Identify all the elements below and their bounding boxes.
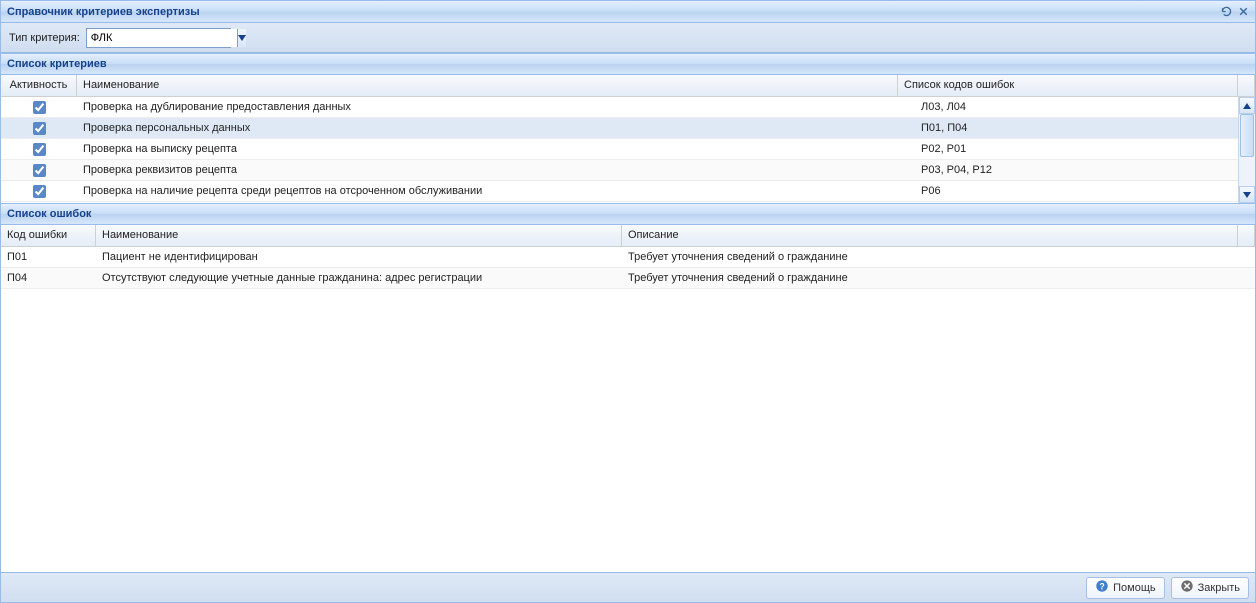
errors-grid-body: П01Пациент не идентифицированТребует уто… — [1, 247, 1255, 572]
name-cell: Проверка на дублирование предоставления … — [77, 101, 915, 113]
help-button-label: Помощь — [1113, 582, 1156, 594]
refresh-icon[interactable] — [1219, 4, 1234, 19]
codes-cell: Р02, Р01 — [915, 143, 1255, 155]
errors-section-title: Список ошибок — [7, 208, 91, 220]
close-button[interactable]: Закрыть — [1171, 577, 1249, 599]
activity-cell — [1, 98, 77, 117]
col-error-name[interactable]: Наименование — [96, 225, 622, 246]
criteria-grid-body: Проверка на дублирование предоставления … — [1, 97, 1255, 203]
table-row[interactable]: Проверка реквизитов рецептаР03, Р04, Р12 — [1, 160, 1255, 181]
help-button[interactable]: ? Помощь — [1086, 577, 1165, 599]
col-scroll-pad — [1238, 75, 1255, 96]
activity-checkbox[interactable] — [33, 185, 46, 198]
codes-cell: Л03, Л04 — [915, 101, 1255, 113]
name-cell: Проверка на выписку рецепта — [77, 143, 915, 155]
close-button-label: Закрыть — [1198, 582, 1240, 594]
help-icon: ? — [1095, 579, 1109, 596]
error-code-cell: П01 — [1, 251, 96, 263]
errors-grid: Код ошибки Наименование Описание П01Паци… — [1, 225, 1255, 572]
bottom-toolbar: ? Помощь Закрыть — [1, 572, 1255, 602]
cancel-icon — [1180, 579, 1194, 596]
table-row[interactable]: П04Отсутствуют следующие учетные данные … — [1, 268, 1255, 289]
close-icon[interactable] — [1236, 4, 1251, 19]
col-error-code[interactable]: Код ошибки — [1, 225, 96, 246]
window: Справочник критериев экспертизы Тип крит… — [0, 0, 1256, 603]
window-title: Справочник критериев экспертизы — [7, 6, 200, 18]
col-name[interactable]: Наименование — [77, 75, 898, 96]
chevron-down-icon[interactable] — [237, 29, 246, 47]
activity-cell — [1, 161, 77, 180]
scroll-down-icon[interactable] — [1239, 186, 1255, 203]
table-row[interactable]: Проверка на выписку рецептаР02, Р01 — [1, 139, 1255, 160]
error-name-cell: Отсутствуют следующие учетные данные гра… — [96, 272, 622, 284]
table-row[interactable]: П01Пациент не идентифицированТребует уто… — [1, 247, 1255, 268]
table-row[interactable]: Проверка на наличие рецепта среди рецепт… — [1, 181, 1255, 202]
titlebar: Справочник критериев экспертизы — [1, 1, 1255, 23]
scroll-thumb[interactable] — [1240, 114, 1254, 157]
activity-checkbox[interactable] — [33, 101, 46, 114]
criteria-section-title: Список критериев — [7, 58, 107, 70]
codes-cell: П01, П04 — [915, 122, 1255, 134]
error-code-cell: П04 — [1, 272, 96, 284]
activity-checkbox[interactable] — [33, 164, 46, 177]
type-label: Тип критерия: — [9, 32, 80, 44]
codes-cell: Р03, Р04, Р12 — [915, 164, 1255, 176]
criteria-section-header: Список критериев — [1, 53, 1255, 75]
col-codes[interactable]: Список кодов ошибок — [898, 75, 1238, 96]
codes-cell: Р06 — [915, 185, 1255, 197]
top-toolbar: Тип критерия: — [1, 23, 1255, 53]
activity-cell — [1, 182, 77, 201]
activity-checkbox[interactable] — [33, 143, 46, 156]
activity-cell — [1, 119, 77, 138]
scroll-track[interactable] — [1239, 114, 1255, 186]
criteria-grid-header: Активность Наименование Список кодов оши… — [1, 75, 1255, 97]
criteria-scrollbar[interactable] — [1238, 97, 1255, 203]
table-row[interactable]: Проверка персональных данныхП01, П04 — [1, 118, 1255, 139]
criteria-type-input[interactable] — [87, 29, 237, 47]
errors-grid-header: Код ошибки Наименование Описание — [1, 225, 1255, 247]
activity-cell — [1, 140, 77, 159]
error-name-cell: Пациент не идентифицирован — [96, 251, 622, 263]
name-cell: Проверка персональных данных — [77, 122, 915, 134]
activity-checkbox[interactable] — [33, 122, 46, 135]
criteria-grid: Активность Наименование Список кодов оши… — [1, 75, 1255, 203]
name-cell: Проверка на наличие рецепта среди рецепт… — [77, 185, 915, 197]
col-scroll-pad — [1238, 225, 1255, 246]
error-desc-cell: Требует уточнения сведений о гражданине — [622, 272, 1255, 284]
criteria-type-combo[interactable] — [86, 28, 231, 48]
scroll-up-icon[interactable] — [1239, 97, 1255, 114]
svg-text:?: ? — [1099, 582, 1104, 592]
col-activity[interactable]: Активность — [1, 75, 77, 96]
col-error-desc[interactable]: Описание — [622, 225, 1238, 246]
table-row[interactable]: Проверка на дублирование предоставления … — [1, 97, 1255, 118]
error-desc-cell: Требует уточнения сведений о гражданине — [622, 251, 1255, 263]
errors-section-header: Список ошибок — [1, 203, 1255, 225]
name-cell: Проверка реквизитов рецепта — [77, 164, 915, 176]
